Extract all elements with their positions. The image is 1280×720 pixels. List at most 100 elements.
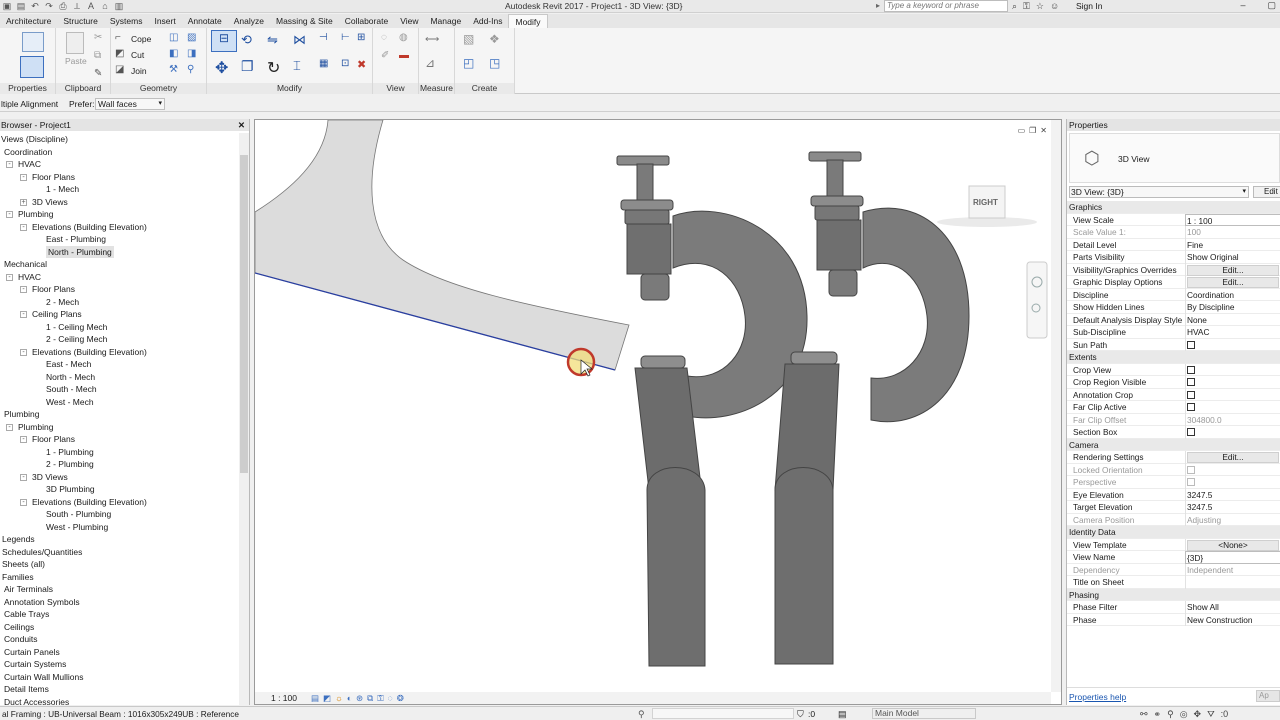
type-selector-preview[interactable]: ⬡ 3D View <box>1069 133 1280 183</box>
browser-node[interactable]: Ceilings <box>4 621 34 633</box>
shadows-icon[interactable]: ◐ <box>347 693 352 703</box>
model-canvas[interactable] <box>255 120 1062 705</box>
property-value[interactable] <box>1185 388 1280 401</box>
browser-node[interactable]: Cable Trays <box>4 608 49 620</box>
property-value[interactable]: HVAC <box>1185 326 1280 339</box>
browser-node[interactable]: Plumbing <box>4 408 39 420</box>
property-edit-button[interactable]: Edit... <box>1187 277 1279 288</box>
prefer-select[interactable]: Wall faces ▾ <box>95 98 165 110</box>
tab-view[interactable]: View <box>394 14 424 28</box>
tab-collaborate[interactable]: Collaborate <box>339 14 394 28</box>
linework-icon[interactable]: ✐ <box>381 50 397 64</box>
property-value[interactable] <box>1185 376 1280 389</box>
property-value[interactable]: 304800.0 <box>1185 413 1280 426</box>
3d-viewport[interactable]: RIGHT ▭ ❐ ✕ 1 : 100 ▤ ◩ ☼ ◐ ⊛ ⧉ ⚿ ◌ ❂ <box>254 119 1062 705</box>
pin-icon[interactable]: ⊞ <box>357 32 373 46</box>
property-edit-button[interactable]: <None> <box>1187 539 1279 551</box>
browser-scrollbar[interactable] <box>239 133 249 705</box>
property-value[interactable]: 100 <box>1185 226 1280 239</box>
minimize-icon[interactable]: – <box>1240 0 1245 11</box>
collapse-icon[interactable]: - <box>6 273 13 281</box>
browser-node[interactable]: Sheets (all) <box>2 558 45 570</box>
expand-icon[interactable]: + <box>20 198 27 206</box>
property-value[interactable]: 1 : 100 <box>1185 213 1280 226</box>
browser-node[interactable]: Conduits <box>4 633 38 645</box>
mirror-axis-icon[interactable]: ⇋ <box>267 32 283 47</box>
subscription-icon[interactable]: ⚿ <box>1023 1 1030 12</box>
offset-icon[interactable]: ⟲ <box>241 32 257 47</box>
browser-node[interactable]: Curtain Systems <box>4 658 66 670</box>
tab-manage[interactable]: Manage <box>424 14 467 28</box>
browser-node[interactable]: West - Mech <box>46 396 94 408</box>
browser-node[interactable]: Plumbing <box>18 208 53 220</box>
browser-node[interactable]: West - Plumbing <box>46 521 108 533</box>
property-value[interactable] <box>1185 476 1280 489</box>
browser-node[interactable]: Ceiling Plans <box>32 308 82 320</box>
app-menu-icon[interactable]: ▣ <box>2 1 12 11</box>
click-select-icon[interactable]: ⚲ <box>638 709 645 720</box>
property-checkbox[interactable] <box>1187 428 1195 436</box>
properties-category[interactable]: Phasing <box>1067 588 1280 601</box>
3d-view-icon[interactable]: ⌂ <box>100 1 110 11</box>
wall-joins-icon[interactable]: ◧ <box>169 48 185 62</box>
properties-category[interactable]: Graphics <box>1067 201 1280 214</box>
tab-add-ins[interactable]: Add-Ins <box>467 14 508 28</box>
render-icon[interactable]: ⊛ <box>356 693 363 704</box>
property-value[interactable] <box>1185 401 1280 414</box>
property-value[interactable] <box>1185 463 1280 476</box>
split-icon[interactable]: ⊣ <box>319 32 335 46</box>
navigation-bar[interactable] <box>1026 261 1048 339</box>
browser-node[interactable]: Floor Plans <box>32 283 75 295</box>
save-icon[interactable]: ▤ <box>16 1 26 11</box>
scale-icon[interactable]: ⊡ <box>341 58 357 72</box>
tab-modify[interactable]: Modify <box>508 14 548 28</box>
search-input[interactable]: Type a keyword or phrase <box>884 0 1008 12</box>
browser-node[interactable]: East - Plumbing <box>46 233 106 245</box>
create-assembly-icon[interactable]: ▧ <box>463 32 479 46</box>
align-icon[interactable]: ⊟ <box>211 30 237 52</box>
multiple-alignment-checkbox-label[interactable]: ltiple Alignment <box>1 99 58 109</box>
browser-node[interactable]: Air Terminals <box>4 583 53 595</box>
browser-node[interactable]: Mechanical <box>4 258 47 270</box>
view-restore-icon[interactable]: ❐ <box>1029 126 1036 135</box>
browser-node[interactable]: Plumbing <box>18 421 53 433</box>
move-icon[interactable]: ✥ <box>215 58 231 77</box>
property-value[interactable]: Show All <box>1185 601 1280 614</box>
browser-node[interactable]: Floor Plans <box>32 433 75 445</box>
properties-help-link[interactable]: Properties help <box>1069 692 1126 702</box>
filter-icon[interactable]: ⛛ <box>1207 709 1215 720</box>
join-label[interactable]: Join <box>131 66 147 76</box>
select-by-face-icon[interactable]: ◎ <box>1180 709 1188 720</box>
tab-structure[interactable]: Structure <box>57 14 104 28</box>
browser-node[interactable]: South - Mech <box>46 383 97 395</box>
print-icon[interactable]: ⎙ <box>58 1 68 11</box>
property-edit-button[interactable]: Edit... <box>1187 452 1279 463</box>
collapse-icon[interactable]: - <box>20 436 27 443</box>
property-checkbox[interactable] <box>1187 465 1195 474</box>
copy-element-icon[interactable]: ❐ <box>241 58 257 74</box>
property-value[interactable]: Edit... <box>1185 451 1280 464</box>
property-value[interactable]: {3D} <box>1185 551 1280 564</box>
user-icon[interactable]: ☺ <box>1050 1 1059 12</box>
browser-node[interactable]: Elevations (Building Elevation) <box>32 346 147 358</box>
browser-node[interactable]: Curtain Wall Mullions <box>4 671 84 683</box>
view-close-icon[interactable]: ✕ <box>1040 126 1047 135</box>
rotate-icon[interactable]: ↻ <box>267 58 283 77</box>
property-value[interactable] <box>1185 363 1280 376</box>
sign-in-link[interactable]: Sign In <box>1076 1 1102 11</box>
browser-node[interactable]: Curtain Panels <box>4 646 60 658</box>
status-combo[interactable] <box>652 708 794 719</box>
property-value[interactable]: Coordination <box>1185 288 1280 301</box>
reveal-hidden-icon[interactable]: ❂ <box>397 693 404 704</box>
property-value[interactable]: Fine <box>1185 238 1280 251</box>
collapse-icon[interactable]: - <box>20 473 27 481</box>
property-value[interactable] <box>1185 338 1280 351</box>
array-icon[interactable]: ▦ <box>319 58 335 72</box>
pick-icon[interactable]: ⚲ <box>187 64 203 78</box>
property-value[interactable]: Edit... <box>1185 276 1280 289</box>
browser-node[interactable]: Detail Items <box>4 683 49 695</box>
property-value[interactable]: <None> <box>1185 538 1280 551</box>
property-edit-button[interactable]: Edit... <box>1187 264 1279 276</box>
collapse-icon[interactable]: - <box>6 211 13 218</box>
active-model-select[interactable]: Main Model <box>872 708 976 719</box>
